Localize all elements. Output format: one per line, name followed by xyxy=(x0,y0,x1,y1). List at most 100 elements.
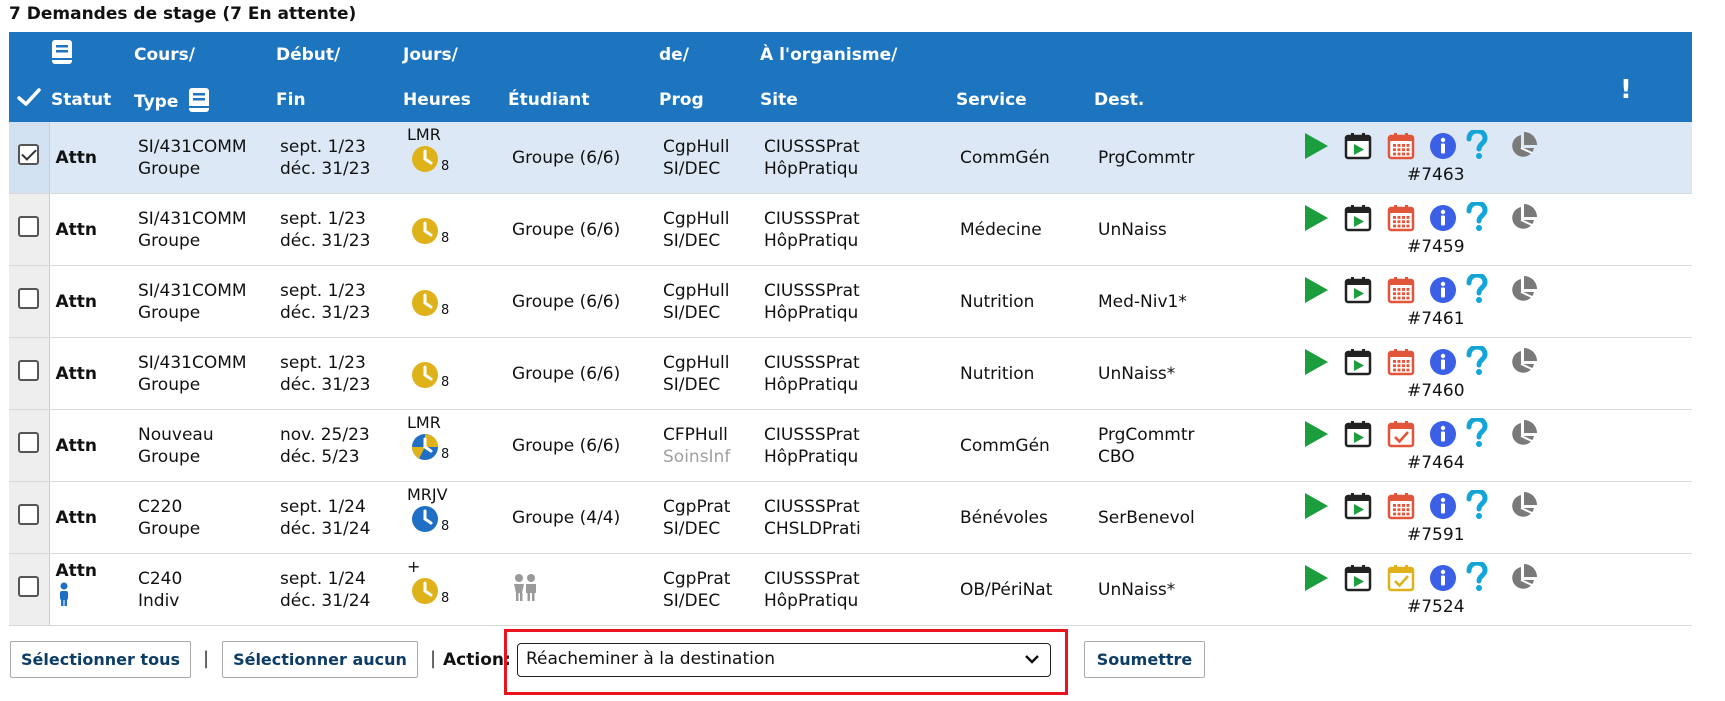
status-text: Attn xyxy=(55,435,98,456)
calendar-play-icon[interactable] xyxy=(1344,132,1372,160)
help-icon[interactable] xyxy=(1465,488,1489,520)
select-all-button[interactable]: Sélectionner tous xyxy=(10,641,191,678)
info-icon[interactable] xyxy=(1429,276,1457,304)
play-icon[interactable] xyxy=(1303,348,1329,376)
row-checkbox[interactable] xyxy=(18,360,40,381)
col-dest: Dest. xyxy=(1094,89,1145,110)
row-checkbox[interactable] xyxy=(18,216,40,237)
calendar-play-icon[interactable] xyxy=(1344,276,1372,304)
service-text: Nutrition xyxy=(960,291,1035,312)
info-icon[interactable] xyxy=(1429,348,1457,376)
hours-text: 8 xyxy=(441,375,450,390)
service-text: OB/PériNat xyxy=(960,579,1053,600)
row-actions: #7460 xyxy=(1287,338,1692,409)
calendar-play-icon[interactable] xyxy=(1344,420,1372,448)
end-date: déc. 31/23 xyxy=(280,302,371,323)
play-icon[interactable] xyxy=(1303,204,1329,232)
course-text: SI/431COMM xyxy=(138,136,247,157)
pie-chart-icon[interactable] xyxy=(1508,563,1538,593)
info-icon[interactable] xyxy=(1429,564,1457,592)
service-text: Médecine xyxy=(960,219,1042,240)
table-row: Attn Nouveau Groupe nov. 25/23 déc. 5/23… xyxy=(9,409,1692,482)
origin-text: CFPHull xyxy=(663,424,728,445)
select-all-check-icon[interactable] xyxy=(17,87,41,107)
col-jours-top: Jours/ xyxy=(403,44,458,65)
calendar-icon[interactable] xyxy=(1387,276,1415,304)
organization-text: CIUSSSPrat xyxy=(764,280,860,301)
type-text: Groupe xyxy=(138,230,201,251)
play-icon[interactable] xyxy=(1303,420,1329,448)
program-text: SI/DEC xyxy=(663,518,721,539)
clock-icon xyxy=(412,290,438,316)
row-checkbox[interactable] xyxy=(18,288,40,309)
end-date: déc. 31/24 xyxy=(280,518,371,539)
days-text: + xyxy=(407,557,421,576)
play-icon[interactable] xyxy=(1303,564,1329,592)
info-icon[interactable] xyxy=(1429,204,1457,232)
pie-chart-icon[interactable] xyxy=(1508,131,1538,161)
calendar-icon[interactable] xyxy=(1387,132,1415,160)
type-text: Groupe xyxy=(138,302,201,323)
ticket-number: #7460 xyxy=(1407,381,1465,401)
help-icon[interactable] xyxy=(1465,200,1489,232)
row-checkbox[interactable] xyxy=(18,144,40,165)
action-select-value: Réacheminer à la destination xyxy=(526,649,776,669)
clock-icon xyxy=(412,218,438,244)
end-date: déc. 31/23 xyxy=(280,230,371,251)
site-text: HôpPratiqu xyxy=(764,158,859,179)
course-text: C220 xyxy=(138,496,183,517)
table-row: Attn SI/431COMM Groupe sept. 1/23 déc. 3… xyxy=(9,265,1692,338)
days-text: MRJV xyxy=(407,485,448,504)
info-icon[interactable] xyxy=(1429,492,1457,520)
end-date: déc. 5/23 xyxy=(280,446,360,467)
dest-text: SerBenevol xyxy=(1098,507,1195,528)
info-icon[interactable] xyxy=(1429,132,1457,160)
help-icon[interactable] xyxy=(1465,344,1489,376)
chevron-down-icon xyxy=(1025,655,1039,664)
calendar-play-icon[interactable] xyxy=(1344,348,1372,376)
col-etudiant: Étudiant xyxy=(508,89,590,110)
action-select[interactable]: Réacheminer à la destination xyxy=(517,643,1051,677)
organization-text: CIUSSSPrat xyxy=(764,352,860,373)
help-icon[interactable] xyxy=(1465,416,1489,448)
help-icon[interactable] xyxy=(1465,272,1489,304)
calendar-icon[interactable] xyxy=(1387,564,1415,592)
clock-icon xyxy=(412,506,438,532)
calendar-play-icon[interactable] xyxy=(1344,492,1372,520)
hours-text: 8 xyxy=(441,447,450,462)
table-header: Cours/ Début/ Jours/ de/ À l'organisme/ … xyxy=(9,32,1692,122)
pie-chart-icon[interactable] xyxy=(1508,275,1538,305)
program-text: SI/DEC xyxy=(663,374,721,395)
pie-chart-icon[interactable] xyxy=(1508,203,1538,233)
row-checkbox[interactable] xyxy=(18,576,40,597)
col-site: Site xyxy=(760,89,798,110)
col-alert: ! xyxy=(1620,75,1632,105)
play-icon[interactable] xyxy=(1303,132,1329,160)
student-text: Groupe (4/4) xyxy=(512,507,621,528)
calendar-play-icon[interactable] xyxy=(1344,564,1372,592)
play-icon[interactable] xyxy=(1303,492,1329,520)
calendar-icon[interactable] xyxy=(1387,492,1415,520)
row-checkbox[interactable] xyxy=(18,504,40,525)
footer-separator: | xyxy=(430,648,437,669)
row-checkbox[interactable] xyxy=(18,432,40,453)
course-text: Nouveau xyxy=(138,424,214,445)
pie-chart-icon[interactable] xyxy=(1508,419,1538,449)
clock-icon xyxy=(412,578,438,604)
help-icon[interactable] xyxy=(1465,560,1489,592)
pie-chart-icon[interactable] xyxy=(1508,491,1538,521)
start-date: nov. 25/23 xyxy=(280,424,370,445)
help-icon[interactable] xyxy=(1465,128,1489,160)
play-icon[interactable] xyxy=(1303,276,1329,304)
pie-chart-icon[interactable] xyxy=(1508,347,1538,377)
start-date: sept. 1/24 xyxy=(280,496,366,517)
calendar-play-icon[interactable] xyxy=(1344,204,1372,232)
status-text: Attn xyxy=(55,147,98,168)
calendar-icon[interactable] xyxy=(1387,204,1415,232)
submit-button[interactable]: Soumettre xyxy=(1084,641,1205,678)
origin-text: CgpPrat xyxy=(663,496,731,517)
calendar-icon[interactable] xyxy=(1387,420,1415,448)
calendar-icon[interactable] xyxy=(1387,348,1415,376)
select-none-button[interactable]: Sélectionner aucun xyxy=(222,641,418,678)
info-icon[interactable] xyxy=(1429,420,1457,448)
